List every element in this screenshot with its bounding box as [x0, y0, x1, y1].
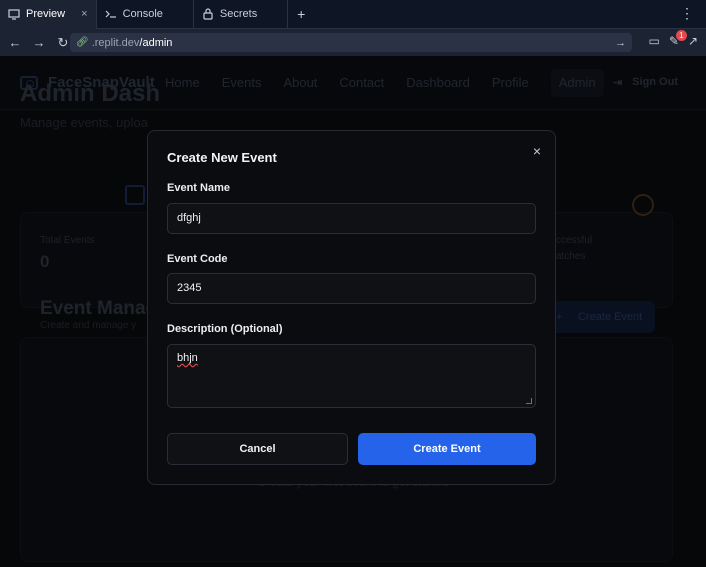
tab-label: Preview [26, 8, 66, 20]
terminal-icon [105, 8, 117, 20]
url-field[interactable]: 🔗︎ .replit.dev /admin → [70, 33, 632, 52]
description-value: bhjn [177, 352, 198, 364]
cancel-button[interactable]: Cancel [167, 433, 348, 465]
lock-icon [202, 8, 214, 20]
event-name-input[interactable]: dfghj [167, 203, 536, 234]
create-event-dialog: Create New Event × Event Name dfghj Even… [147, 130, 556, 485]
tab-label: Console [122, 8, 163, 20]
description-textarea[interactable]: bhjn [167, 344, 536, 408]
resize-grip-icon[interactable] [526, 398, 532, 404]
url-domain: .replit.dev [91, 36, 140, 49]
link-icon: 🔗︎ [76, 37, 89, 48]
devices-icon[interactable]: ▭ [649, 34, 660, 48]
monitor-icon [8, 8, 20, 20]
tab-preview[interactable]: Preview × [0, 0, 97, 29]
description-label: Description (Optional) [167, 323, 283, 335]
event-code-label: Event Code [167, 253, 228, 265]
tab-label: Secrets [219, 8, 258, 20]
go-arrow-icon[interactable]: → [615, 37, 626, 49]
close-icon[interactable]: × [533, 143, 541, 159]
open-external-icon[interactable]: ↗ [688, 34, 698, 48]
dialog-title: Create New Event [167, 150, 277, 165]
back-arrow-icon[interactable]: ← [6, 35, 24, 50]
url-path: /admin [139, 36, 173, 49]
browser-window: Preview × Console Secrets + ⋮ ← → ↻ 🔗︎ .… [0, 0, 706, 567]
more-menu-icon[interactable]: ⋮ [680, 6, 694, 20]
notification-badge: 1 [675, 30, 687, 41]
event-name-label: Event Name [167, 182, 230, 194]
event-code-input[interactable]: 2345 [167, 273, 536, 304]
devtools-icon[interactable]: ✎ 1 [669, 30, 687, 48]
tab-secrets[interactable]: Secrets [194, 0, 289, 29]
new-tab-button[interactable]: + [288, 6, 314, 22]
tab-console[interactable]: Console [97, 0, 194, 29]
url-actions: ▭ ✎ 1 ↗ [649, 30, 698, 48]
create-event-button[interactable]: Create Event [358, 433, 536, 465]
forward-arrow-icon[interactable]: → [30, 35, 48, 50]
close-tab-icon[interactable]: × [81, 8, 87, 20]
tab-bar: Preview × Console Secrets + ⋮ [0, 0, 706, 29]
address-bar-row: ← → ↻ 🔗︎ .replit.dev /admin → ▭ ✎ 1 ↗ [0, 29, 706, 56]
